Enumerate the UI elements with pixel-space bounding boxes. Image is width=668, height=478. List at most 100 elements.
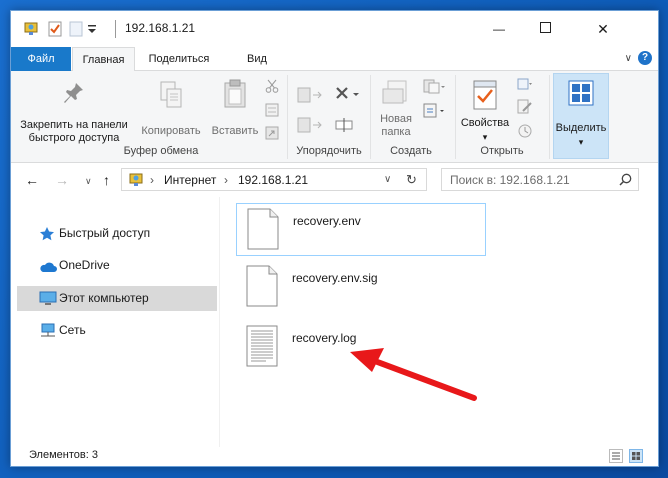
sidebar-item-onedrive[interactable]: OneDrive: [17, 253, 217, 278]
select-grid-icon: [568, 80, 594, 109]
sidebar-item-quick-access[interactable]: Быстрый доступ: [17, 221, 217, 246]
copy-to-icon[interactable]: [297, 115, 323, 138]
file-item[interactable]: recovery.env: [236, 203, 486, 256]
text-file-icon: [246, 325, 278, 367]
breadcrumb-separator-icon[interactable]: ›: [224, 173, 228, 187]
copy-button[interactable]: Копировать: [137, 73, 205, 145]
pin-label-line1: Закрепить на панели: [20, 119, 128, 131]
clipboard-group-caption: Буфер обмена: [123, 145, 199, 157]
star-icon: [39, 226, 57, 242]
group-separator: [287, 75, 288, 159]
pin-icon: [63, 81, 85, 110]
ribbon: Закрепить на панели быстрого доступа Коп…: [11, 71, 658, 163]
window-title: 192.168.1.21: [125, 21, 196, 35]
maximize-icon: [539, 22, 551, 36]
explorer-window: 192.168.1.21 — ✕ Файл Главная Поделиться…: [10, 10, 659, 467]
tab-share[interactable]: Поделиться: [141, 47, 217, 71]
status-bar: Элементов: 3: [11, 447, 658, 466]
open-icon[interactable]: [517, 77, 533, 94]
open-group-caption: Открыть: [480, 145, 524, 157]
network-drive-icon: [23, 21, 39, 40]
rename-icon[interactable]: [335, 115, 353, 136]
network-icon: [39, 323, 57, 339]
computer-icon: [39, 291, 57, 307]
select-button[interactable]: Выделить ▾: [553, 73, 609, 159]
file-item[interactable]: recovery.env.sig: [236, 261, 486, 314]
ribbon-tabs: Файл Главная Поделиться Вид ∨ ?: [11, 47, 658, 100]
details-view-icon[interactable]: [609, 449, 623, 463]
blank-file-icon: [247, 208, 279, 250]
up-arrow-icon[interactable]: ↑: [103, 172, 110, 188]
tab-home[interactable]: Главная: [72, 47, 135, 72]
properties-dropdown-icon: ▾: [482, 132, 488, 142]
sidebar-item-label: Быстрый доступ: [59, 226, 151, 240]
back-arrow-icon[interactable]: ←: [25, 172, 39, 188]
paste-button[interactable]: Вставить: [207, 73, 263, 145]
properties-icon: [472, 79, 498, 114]
properties-button[interactable]: Свойства ▾: [457, 73, 513, 145]
properties-label: Свойства: [460, 117, 510, 129]
create-group-caption: Создать: [390, 145, 432, 157]
pin-to-quick-access-button[interactable]: Закрепить на панели быстрого доступа: [15, 73, 133, 145]
large-icons-view-icon[interactable]: [629, 449, 643, 463]
cloud-icon: [39, 258, 57, 274]
group-separator: [549, 75, 550, 159]
pin-label-line2: быстрого доступа: [28, 132, 120, 144]
close-icon: ✕: [597, 20, 609, 37]
file-list: recovery.env recovery.env.sig recovery.l…: [220, 197, 658, 447]
breadcrumb-host[interactable]: 192.168.1.21: [238, 173, 308, 187]
network-location-icon: [128, 172, 144, 191]
tab-view[interactable]: Вид: [236, 47, 278, 71]
paste-icon: [223, 79, 247, 112]
items-count: Элементов: 3: [29, 449, 98, 461]
file-name: recovery.env: [293, 214, 361, 228]
sidebar-item-network[interactable]: Сеть: [17, 318, 217, 343]
copy-icon: [159, 81, 183, 112]
select-dropdown-icon: ▾: [578, 137, 584, 147]
group-separator: [455, 75, 456, 159]
breadcrumb-separator-icon[interactable]: ›: [150, 173, 154, 187]
copy-label: Копировать: [141, 125, 201, 137]
history-icon[interactable]: [517, 123, 533, 142]
sidebar-item-label: OneDrive: [59, 258, 110, 272]
new-item-icon[interactable]: [423, 79, 445, 98]
new-folder-label-line2: папка: [381, 126, 411, 138]
search-placeholder: Поиск в: 192.168.1.21: [450, 173, 570, 187]
paste-label: Вставить: [211, 125, 259, 137]
easy-access-icon[interactable]: [423, 103, 445, 122]
blank-file-icon: [246, 265, 278, 307]
help-icon[interactable]: ?: [638, 51, 652, 65]
delete-icon[interactable]: [335, 85, 361, 106]
file-item[interactable]: recovery.log: [236, 321, 486, 374]
new-folder-button[interactable]: Новая папка: [371, 73, 421, 145]
maximize-button[interactable]: [522, 11, 568, 47]
navigation-row: ← → ∨ ↑ › Интернет › 192.168.1.21 ∨ ↻ По…: [11, 163, 658, 197]
search-icon: [619, 173, 632, 189]
properties-quick-icon[interactable]: [47, 21, 63, 40]
new-folder-quick-icon[interactable]: [69, 21, 83, 40]
breadcrumb-internet[interactable]: Интернет: [164, 173, 216, 187]
address-dropdown-icon[interactable]: ∨: [384, 174, 391, 185]
forward-arrow-icon[interactable]: →: [55, 172, 69, 188]
search-box[interactable]: Поиск в: 192.168.1.21: [441, 168, 639, 191]
file-name: recovery.env.sig: [292, 271, 378, 285]
ribbon-collapse-icon[interactable]: ∨: [625, 53, 632, 64]
cut-icon[interactable]: [265, 79, 279, 96]
sidebar-item-this-pc[interactable]: Этот компьютер: [17, 286, 217, 311]
edit-icon[interactable]: [517, 99, 533, 118]
refresh-icon[interactable]: ↻: [406, 172, 417, 188]
navigation-pane: Быстрый доступ OneDrive Этот компьютер С…: [11, 197, 219, 447]
paste-shortcut-icon[interactable]: [265, 126, 279, 143]
new-folder-label-line1: Новая: [380, 113, 412, 125]
title-bar: 192.168.1.21 — ✕: [11, 11, 658, 47]
move-to-icon[interactable]: [297, 85, 323, 108]
close-button[interactable]: ✕: [568, 11, 658, 47]
recent-locations-icon[interactable]: ∨: [85, 176, 92, 187]
new-folder-icon: [382, 79, 410, 108]
minimize-button[interactable]: —: [476, 11, 522, 47]
copy-path-icon[interactable]: [265, 103, 279, 120]
address-bar[interactable]: › Интернет › 192.168.1.21 ∨ ↻: [121, 168, 427, 191]
sidebar-item-label: Этот компьютер: [59, 291, 149, 305]
customize-quick-access-icon[interactable]: [87, 23, 97, 37]
organize-group-caption: Упорядочить: [296, 145, 362, 157]
